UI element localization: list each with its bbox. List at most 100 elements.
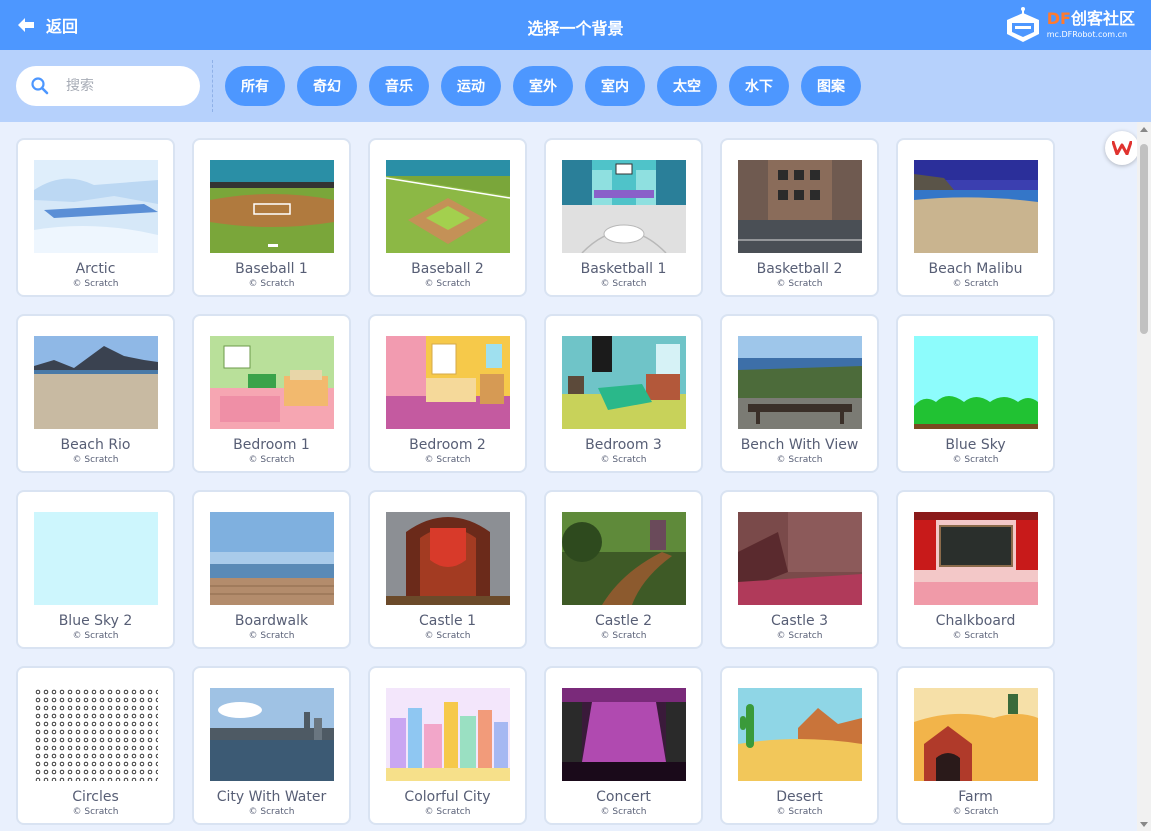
backdrop-thumbnail — [386, 160, 510, 253]
page-title: 选择一个背景 — [527, 19, 624, 38]
backdrop-card-bedroom-1[interactable]: Bedroom 1 © Scratch — [192, 314, 351, 473]
backdrop-credit: © Scratch — [600, 279, 647, 289]
backdrop-card-arctic[interactable]: Arctic © Scratch — [16, 138, 175, 297]
backdrop-credit: © Scratch — [952, 455, 999, 465]
backdrop-credit: © Scratch — [248, 455, 295, 465]
backdrop-credit: © Scratch — [600, 631, 647, 641]
backdrop-thumbnail — [738, 688, 862, 781]
backdrop-name: Concert — [596, 789, 651, 805]
backdrop-card-boardwalk[interactable]: Boardwalk © Scratch — [192, 490, 351, 649]
backdrop-card-castle-3[interactable]: Castle 3 © Scratch — [720, 490, 879, 649]
robot-logo-icon — [1006, 7, 1039, 42]
backdrop-name: Castle 3 — [771, 613, 828, 629]
backdrop-card-bedroom-3[interactable]: Bedroom 3 © Scratch — [544, 314, 703, 473]
tag-sports[interactable]: 运动 — [441, 66, 501, 106]
backdrop-name: Blue Sky 2 — [58, 613, 133, 629]
scroll-down-arrow-icon[interactable] — [1140, 822, 1148, 827]
backdrop-card-baseball-2[interactable]: Baseball 2 © Scratch — [368, 138, 527, 297]
backdrop-thumbnail — [562, 160, 686, 253]
backdrop-thumbnail — [386, 512, 510, 605]
w-logo-icon — [1112, 141, 1132, 155]
backdrop-thumbnail — [738, 336, 862, 429]
backdrop-thumbnail — [210, 336, 334, 429]
backdrop-name: Bedroom 2 — [409, 437, 486, 453]
backdrop-card-colorful-city[interactable]: Colorful City © Scratch — [368, 666, 527, 825]
tag-space[interactable]: 太空 — [657, 66, 717, 106]
backdrop-credit: © Scratch — [600, 807, 647, 817]
backdrop-card-chalkboard[interactable]: Chalkboard © Scratch — [896, 490, 1055, 649]
tag-fantasy[interactable]: 奇幻 — [297, 66, 357, 106]
tag-underwater[interactable]: 水下 — [729, 66, 789, 106]
backdrop-credit: © Scratch — [952, 279, 999, 289]
backdrop-credit: © Scratch — [248, 807, 295, 817]
backdrop-name: Arctic — [75, 261, 116, 277]
backdrop-thumbnail — [562, 688, 686, 781]
backdrop-thumbnail — [914, 688, 1038, 781]
backdrop-thumbnail — [738, 160, 862, 253]
modal-header: 返回 选择一个背景 DF创客社区 mc.DFRobot.com.cn — [0, 0, 1151, 50]
filter-divider — [212, 60, 213, 112]
backdrop-card-baseball-1[interactable]: Baseball 1 © Scratch — [192, 138, 351, 297]
backdrop-name: Circles — [72, 789, 119, 805]
backdrop-card-desert[interactable]: Desert © Scratch — [720, 666, 879, 825]
search-box[interactable] — [16, 66, 200, 106]
backdrop-thumbnail — [386, 688, 510, 781]
backdrop-card-circles[interactable]: Circles © Scratch — [16, 666, 175, 825]
backdrop-name: Basketball 1 — [580, 261, 667, 277]
backdrop-name: Colorful City — [404, 789, 491, 805]
backdrop-card-blue-sky-2[interactable]: Blue Sky 2 © Scratch — [16, 490, 175, 649]
backdrop-thumbnail — [914, 512, 1038, 605]
backdrop-thumbnail — [34, 512, 158, 605]
backdrop-credit: © Scratch — [952, 807, 999, 817]
backdrop-card-bedroom-2[interactable]: Bedroom 2 © Scratch — [368, 314, 527, 473]
scroll-up-arrow-icon[interactable] — [1140, 127, 1148, 132]
backdrop-credit: © Scratch — [424, 807, 471, 817]
backdrop-card-blue-sky[interactable]: Blue Sky © Scratch — [896, 314, 1055, 473]
backdrop-name: Baseball 1 — [235, 261, 308, 277]
backdrop-credit: © Scratch — [72, 455, 119, 465]
tag-indoors[interactable]: 室内 — [585, 66, 645, 106]
tag-patterns[interactable]: 图案 — [801, 66, 861, 106]
backdrop-card-castle-1[interactable]: Castle 1 © Scratch — [368, 490, 527, 649]
backdrop-name: Bench With View — [740, 437, 859, 453]
floating-app-badge[interactable] — [1105, 131, 1139, 165]
backdrop-name: Beach Malibu — [928, 261, 1023, 277]
backdrop-thumbnail — [34, 336, 158, 429]
tag-outdoors[interactable]: 室外 — [513, 66, 573, 106]
search-icon — [31, 77, 49, 95]
backdrop-card-farm[interactable]: Farm © Scratch — [896, 666, 1055, 825]
backdrop-name: Castle 1 — [419, 613, 476, 629]
backdrop-thumbnail — [34, 688, 158, 781]
backdrop-thumbnail — [34, 160, 158, 253]
backdrop-card-city-with-water[interactable]: City With Water © Scratch — [192, 666, 351, 825]
backdrop-thumbnail — [738, 512, 862, 605]
backdrop-card-bench-with-view[interactable]: Bench With View © Scratch — [720, 314, 879, 473]
logo-url: mc.DFRobot.com.cn — [1046, 30, 1128, 39]
backdrop-thumbnail — [210, 688, 334, 781]
backdrop-card-beach-malibu[interactable]: Beach Malibu © Scratch — [896, 138, 1055, 297]
backdrop-card-basketball-2[interactable]: Basketball 2 © Scratch — [720, 138, 879, 297]
backdrop-thumbnail — [914, 336, 1038, 429]
backdrop-credit: © Scratch — [72, 807, 119, 817]
backdrop-name: Boardwalk — [234, 613, 309, 629]
backdrop-thumbnail — [210, 512, 334, 605]
dfrobot-logo: DF创客社区 mc.DFRobot.com.cn — [1003, 6, 1135, 44]
backdrop-card-concert[interactable]: Concert © Scratch — [544, 666, 703, 825]
backdrop-card-castle-2[interactable]: Castle 2 © Scratch — [544, 490, 703, 649]
tag-all[interactable]: 所有 — [225, 66, 285, 106]
backdrop-name: Farm — [958, 789, 993, 805]
backdrop-credit: © Scratch — [72, 631, 119, 641]
filter-bar: 所有 奇幻 音乐 运动 室外 室内 太空 水下 图案 — [0, 50, 1151, 122]
backdrop-credit: © Scratch — [72, 279, 119, 289]
backdrop-thumbnail — [210, 160, 334, 253]
scroll-thumb[interactable] — [1140, 144, 1148, 334]
tag-music[interactable]: 音乐 — [369, 66, 429, 106]
backdrop-card-basketball-1[interactable]: Basketball 1 © Scratch — [544, 138, 703, 297]
backdrop-credit: © Scratch — [776, 455, 823, 465]
vertical-scrollbar[interactable] — [1137, 122, 1151, 831]
backdrop-name: City With Water — [216, 789, 327, 805]
search-input[interactable] — [66, 78, 176, 94]
backdrop-card-beach-rio[interactable]: Beach Rio © Scratch — [16, 314, 175, 473]
backdrop-credit: © Scratch — [600, 455, 647, 465]
backdrop-name: Bedroom 3 — [585, 437, 662, 453]
